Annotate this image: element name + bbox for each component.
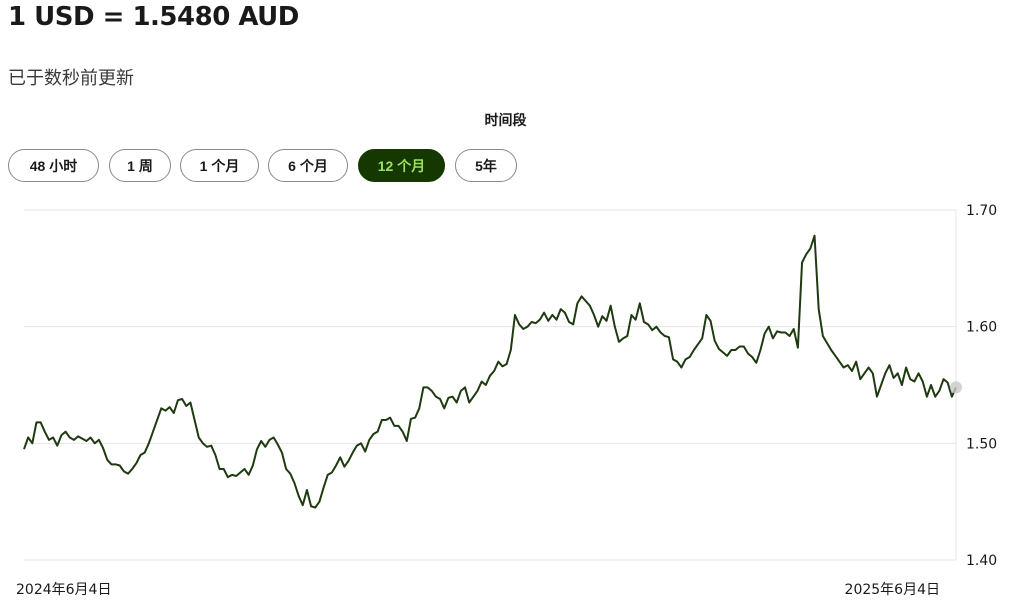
period-button-12m[interactable]: 12 个月 bbox=[358, 149, 445, 182]
y-tick-label: 1.50 bbox=[966, 436, 997, 452]
x-tick-end: 2025年6月4日 bbox=[845, 582, 940, 598]
period-button-6m[interactable]: 6 个月 bbox=[268, 149, 348, 182]
y-tick-labels: 1.70 1.60 1.50 1.40 bbox=[966, 203, 997, 569]
y-tick-label: 1.70 bbox=[966, 203, 997, 219]
period-selector-title: 时间段 bbox=[484, 113, 527, 129]
period-button-1w[interactable]: 1 周 bbox=[109, 149, 171, 182]
exchange-rate-heading: 1 USD = 1.5480 AUD bbox=[8, 2, 299, 32]
period-button-5y[interactable]: 5年 bbox=[455, 149, 517, 182]
period-button-1m[interactable]: 1 个月 bbox=[180, 149, 259, 182]
x-tick-start: 2024年6月4日 bbox=[16, 582, 111, 598]
y-tick-label: 1.40 bbox=[966, 553, 997, 569]
rate-series-line bbox=[23, 234, 957, 509]
period-button-48h[interactable]: 48 小时 bbox=[8, 149, 99, 182]
y-tick-label: 1.60 bbox=[966, 320, 997, 336]
last-updated-text: 已于数秒前更新 bbox=[8, 68, 134, 89]
current-value-marker[interactable] bbox=[950, 381, 962, 394]
exchange-rate-chart: 1.70 1.60 1.50 1.40 2024年6月4日 2025年6月4日 bbox=[16, 203, 997, 598]
